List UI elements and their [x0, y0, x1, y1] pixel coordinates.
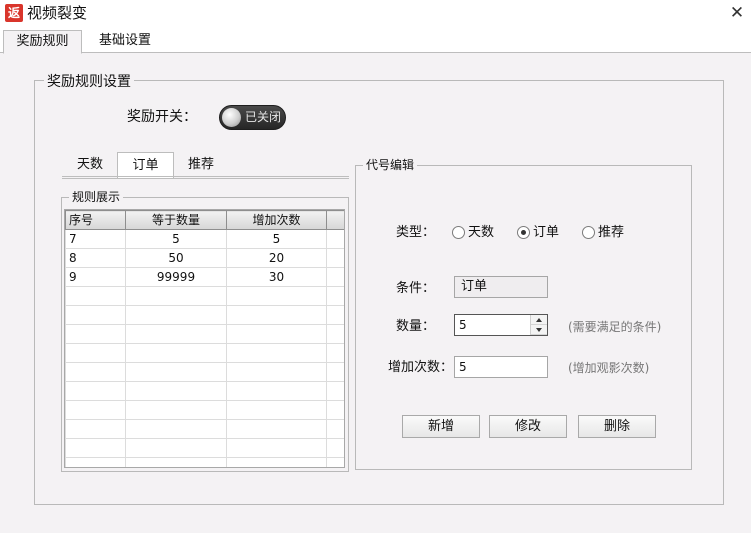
condition-field: 订单 — [454, 276, 548, 298]
app-logo-icon: 返 — [5, 4, 23, 22]
subtab-days[interactable]: 天数 — [64, 152, 116, 177]
cell-equal-quantity: 99999 — [125, 267, 227, 287]
empty-row — [65, 381, 344, 401]
cell-filler — [326, 248, 344, 268]
switch-knob — [222, 108, 241, 127]
empty-row — [65, 457, 344, 467]
rules-display-legend: 规则展示 — [69, 189, 124, 205]
close-icon[interactable]: ✕ — [727, 3, 747, 23]
subtab-divider — [62, 176, 349, 179]
increase-count-label: 增加次数： — [388, 360, 454, 375]
quantity-stepper[interactable]: 5 — [454, 314, 548, 336]
empty-row — [65, 438, 344, 458]
radio-type-orders[interactable]: 订单 — [517, 225, 562, 241]
stepper-buttons[interactable] — [530, 315, 547, 335]
column-header-increase-count[interactable]: 增加次数 — [226, 210, 327, 230]
cell-increase-count: 20 — [226, 248, 327, 268]
increase-count-hint: (增加观影次数) — [568, 361, 650, 375]
empty-row — [65, 419, 344, 439]
quantity-label: 数量： — [396, 319, 436, 334]
quantity-value: 5 — [459, 318, 467, 332]
add-button[interactable]: 新增 — [402, 415, 480, 438]
table-row[interactable]: 7 5 5 — [65, 229, 344, 249]
code-editor-legend: 代号编辑 — [363, 157, 418, 173]
column-header-filler — [326, 210, 344, 230]
reward-switch-toggle[interactable]: 已关闭 — [219, 105, 286, 130]
column-header-index[interactable]: 序号 — [65, 210, 126, 230]
window-title: 视频裂变 — [27, 4, 88, 22]
quantity-hint: (需要满足的条件) — [568, 320, 662, 334]
delete-button[interactable]: 删除 — [578, 415, 656, 438]
stepper-down-icon[interactable] — [531, 325, 547, 335]
main-tab-strip: 奖励规则 基础设置 — [0, 27, 751, 54]
column-header-equal-quantity[interactable]: 等于数量 — [125, 210, 227, 230]
cell-index: 7 — [65, 229, 126, 249]
tab-reward-rules[interactable]: 奖励规则 — [3, 30, 82, 54]
cell-equal-quantity: 50 — [125, 248, 227, 268]
rules-table[interactable]: 序号 等于数量 增加次数 7 5 5 8 50 20 9 99999 30 — [64, 209, 345, 468]
increase-count-field[interactable]: 5 — [454, 356, 548, 378]
empty-row — [65, 400, 344, 420]
empty-row — [65, 286, 344, 306]
title-bar: 返 视频裂变 ✕ — [0, 0, 751, 27]
cell-filler — [326, 229, 344, 249]
radio-type-days[interactable]: 天数 — [452, 225, 497, 241]
subtab-orders[interactable]: 订单 — [117, 152, 174, 178]
reward-switch-label: 奖励开关： — [127, 109, 197, 125]
radio-button[interactable] — [452, 226, 465, 239]
radio-label: 订单 — [533, 225, 560, 240]
radio-label: 推荐 — [598, 225, 625, 240]
table-row[interactable]: 9 99999 30 — [65, 267, 344, 287]
condition-label: 条件： — [396, 281, 436, 296]
stepper-up-icon[interactable] — [531, 315, 547, 325]
table-header-row: 序号 等于数量 增加次数 — [65, 210, 344, 230]
radio-type-recommend[interactable]: 推荐 — [582, 225, 627, 241]
cell-increase-count: 5 — [226, 229, 327, 249]
radio-button-checked[interactable] — [517, 226, 530, 239]
cell-equal-quantity: 5 — [125, 229, 227, 249]
radio-button[interactable] — [582, 226, 595, 239]
empty-row — [65, 343, 344, 363]
subtab-recommend[interactable]: 推荐 — [175, 152, 227, 177]
modify-button[interactable]: 修改 — [489, 415, 567, 438]
cell-index: 9 — [65, 267, 126, 287]
table-row[interactable]: 8 50 20 — [65, 248, 344, 268]
radio-label: 天数 — [468, 225, 495, 240]
empty-row — [65, 305, 344, 325]
cell-index: 8 — [65, 248, 126, 268]
reward-settings-legend: 奖励规则设置 — [44, 74, 134, 90]
empty-row — [65, 362, 344, 382]
cell-increase-count: 30 — [226, 267, 327, 287]
type-label: 类型： — [396, 225, 436, 240]
tab-basic-settings[interactable]: 基础设置 — [88, 30, 162, 53]
empty-row — [65, 324, 344, 344]
cell-filler — [326, 267, 344, 287]
switch-state-text: 已关闭 — [244, 110, 281, 124]
